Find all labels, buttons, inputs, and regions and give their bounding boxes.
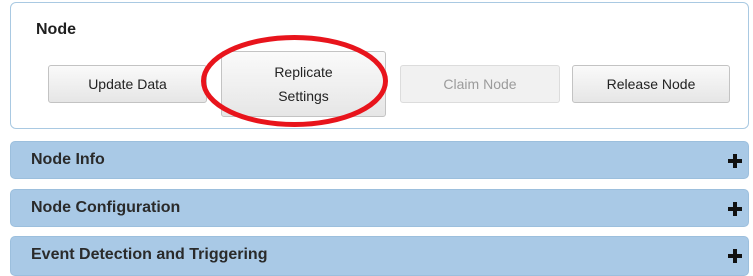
- claim-node-button[interactable]: Claim Node: [400, 65, 560, 103]
- release-node-button[interactable]: Release Node: [572, 65, 730, 103]
- replicate-settings-button[interactable]: Replicate Settings: [221, 51, 386, 117]
- replicate-settings-label-line2: Settings: [278, 88, 329, 104]
- update-data-button[interactable]: Update Data: [48, 65, 207, 103]
- accordion-node-configuration-label: Node Configuration: [31, 199, 181, 216]
- plus-icon[interactable]: [728, 154, 742, 168]
- accordion-event-detection-label: Event Detection and Triggering: [31, 246, 268, 263]
- plus-icon[interactable]: [728, 249, 742, 263]
- node-panel-title: Node: [36, 21, 76, 38]
- node-panel: Node Update Data Replicate Settings Clai…: [10, 2, 749, 129]
- accordion-node-configuration[interactable]: Node Configuration: [10, 189, 749, 227]
- accordion-node-info[interactable]: Node Info: [10, 141, 749, 179]
- accordion-event-detection-and-triggering[interactable]: Event Detection and Triggering: [10, 236, 749, 276]
- accordion-node-info-label: Node Info: [31, 151, 105, 168]
- plus-icon[interactable]: [728, 202, 742, 216]
- replicate-settings-label-line1: Replicate: [274, 64, 333, 80]
